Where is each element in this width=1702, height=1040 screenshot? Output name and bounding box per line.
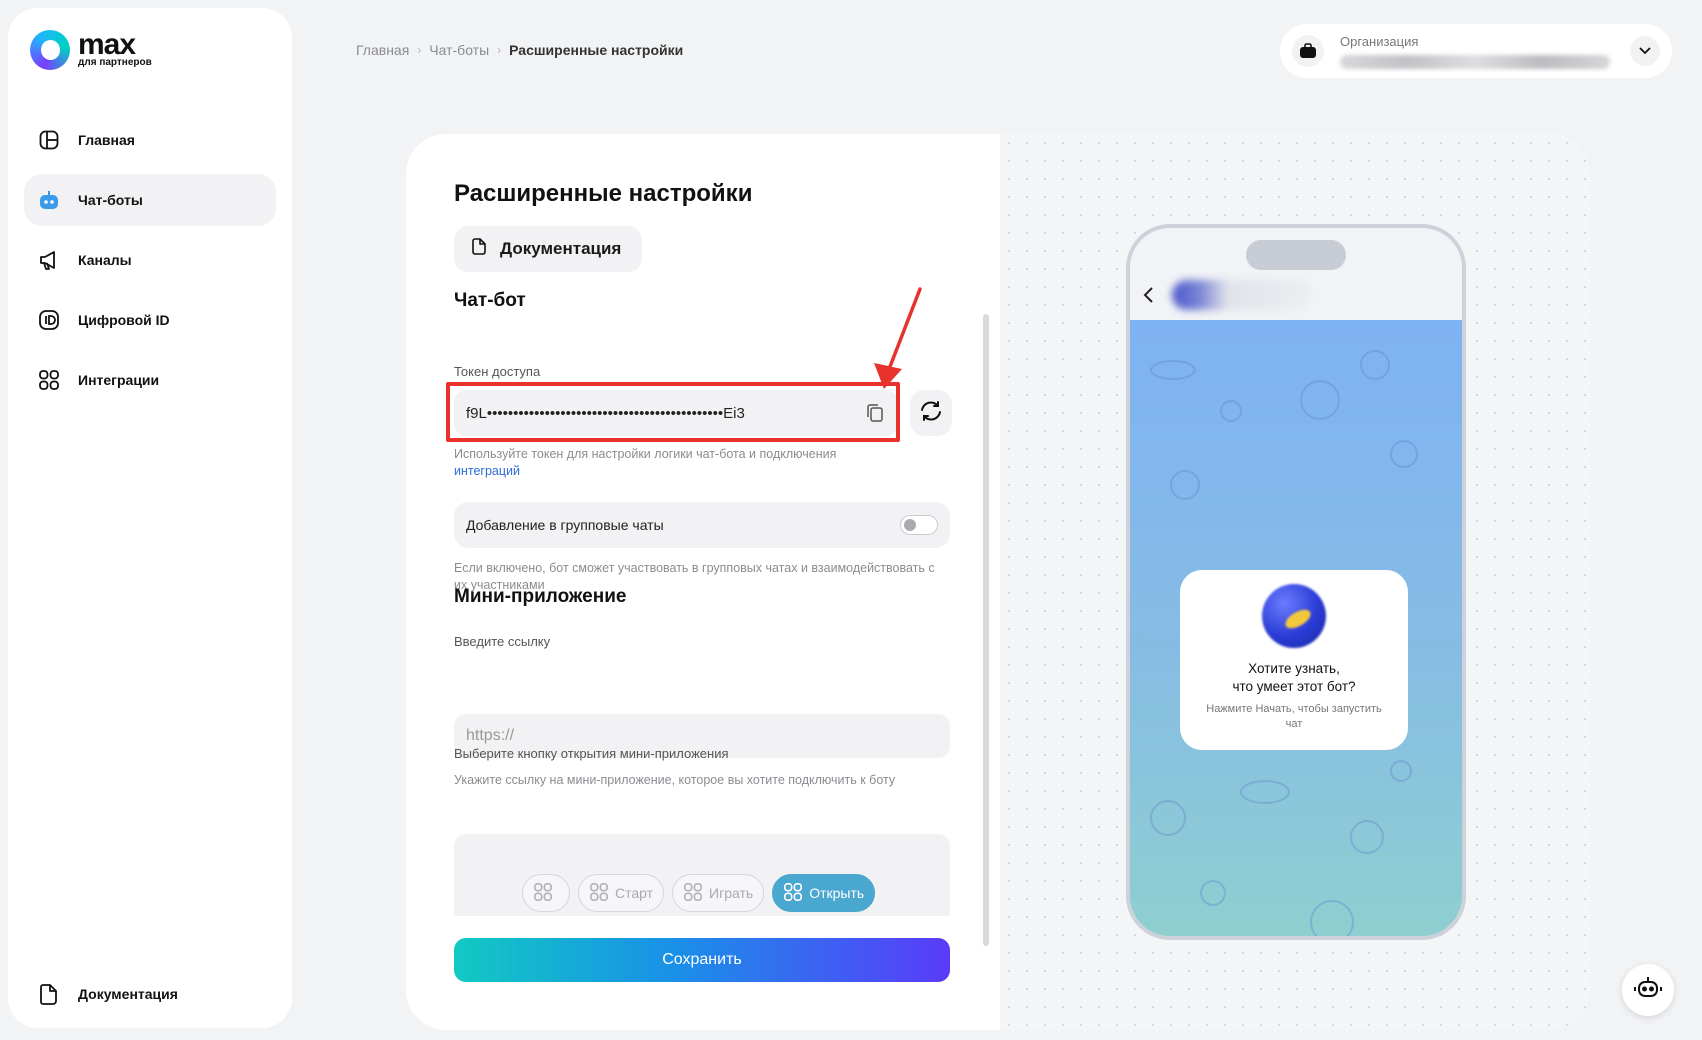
button-option-play[interactable]: Играть (672, 874, 765, 912)
sidebar-item-label: Каналы (78, 252, 132, 268)
sidebar-item-channels[interactable]: Каналы (24, 234, 276, 286)
documentation-button-label: Документация (500, 239, 622, 258)
phone-preview-panel: Хотите узнать, что умеет этот бот? Нажми… (1000, 134, 1590, 1030)
grid-icon (589, 882, 609, 905)
url-hint: Укажите ссылку на мини-приложение, котор… (454, 773, 896, 787)
max-logo-icon (30, 30, 70, 70)
organization-selector[interactable]: Организация (1280, 24, 1672, 78)
brand-name: max (78, 28, 136, 61)
button-options-area: Старт Играть Открыть (454, 834, 950, 916)
sidebar-item-label: Главная (78, 132, 135, 148)
bot-intro-bubble: Хотите узнать, что умеет этот бот? Нажми… (1180, 570, 1408, 750)
regenerate-token-button[interactable] (910, 390, 952, 436)
document-icon (38, 983, 60, 1005)
group-chats-toggle[interactable] (900, 515, 938, 535)
group-chats-toggle-label: Добавление в групповые чаты (466, 517, 664, 533)
button-option-start[interactable]: Старт (578, 874, 665, 912)
megaphone-icon (38, 249, 60, 271)
id-icon (38, 309, 60, 331)
integrations-link[interactable]: интеграций (454, 464, 520, 478)
bot-icon (38, 189, 60, 211)
refresh-icon (919, 400, 943, 427)
bubble-subtitle: Нажмите Начать, чтобы запустить чат (1206, 703, 1382, 730)
organization-label: Организация (1340, 33, 1419, 49)
chat-background: Хотите узнать, что умеет этот бот? Нажми… (1130, 320, 1462, 936)
brand-subtitle: для партнеров (78, 57, 152, 68)
sidebar-item-label: Чат-боты (78, 192, 143, 208)
button-select-label: Выберите кнопку открытия мини-приложения (454, 746, 729, 761)
phone-notch (1246, 240, 1346, 270)
form-scrollbar[interactable] (983, 314, 989, 946)
breadcrumb-home[interactable]: Главная (356, 42, 409, 58)
token-label: Токен доступа (454, 364, 541, 379)
button-option-open[interactable]: Открыть (772, 874, 876, 912)
sidebar-item-label: Интеграции (78, 372, 160, 388)
sidebar-item-documentation[interactable]: Документация (24, 968, 276, 1020)
grid-icon (533, 882, 553, 905)
assistant-bot-button[interactable] (1622, 964, 1674, 1016)
settings-card: Расширенные настройки Документация Чат-б… (406, 134, 1590, 1030)
dashboard-icon (38, 129, 60, 151)
grid-icon (783, 882, 803, 905)
bot-name-blurred (1172, 280, 1312, 310)
chevron-down-icon[interactable] (1630, 36, 1660, 66)
chevron-right-icon: › (497, 43, 502, 57)
bubble-title-line-2: что умеет этот бот? (1232, 679, 1356, 694)
breadcrumb-current: Расширенные настройки (509, 42, 684, 58)
sidebar-nav: Главная Чат-боты Каналы Цифровой ID Инте… (24, 114, 276, 414)
button-option-icon-only[interactable] (522, 874, 570, 912)
max-logo[interactable]: max для партнеров (30, 30, 152, 70)
breadcrumb: Главная › Чат-боты › Расширенные настрой… (356, 42, 683, 58)
bot-avatar (1262, 584, 1326, 648)
sidebar-item-integrations[interactable]: Интеграции (24, 354, 276, 406)
sidebar-item-digital-id[interactable]: Цифровой ID (24, 294, 276, 346)
chevron-right-icon: › (417, 43, 422, 57)
bubble-title-line-1: Хотите узнать, (1248, 661, 1340, 676)
briefcase-icon (1292, 35, 1324, 67)
grid-icon (683, 882, 703, 905)
page-title: Расширенные настройки (454, 180, 753, 207)
sidebar-item-main[interactable]: Главная (24, 114, 276, 166)
annotation-arrow-icon (874, 287, 922, 389)
miniapp-section-title: Мини-приложение (454, 586, 627, 607)
breadcrumb-chatbots[interactable]: Чат-боты (429, 42, 489, 58)
documentation-button[interactable]: Документация (454, 226, 642, 272)
phone-mockup: Хотите узнать, что умеет этот бот? Нажми… (1126, 224, 1466, 940)
organization-name-blurred (1340, 54, 1610, 69)
bot-icon (1634, 976, 1662, 1005)
token-highlight-box (446, 382, 900, 442)
sidebar-item-chatbots[interactable]: Чат-боты (24, 174, 276, 226)
token-hint: Используйте токен для настройки логики ч… (454, 447, 837, 478)
chatbot-section-title: Чат-бот (454, 290, 526, 311)
save-button[interactable]: Сохранить (454, 938, 950, 982)
url-label: Введите ссылку (454, 634, 551, 649)
group-chats-toggle-row[interactable]: Добавление в групповые чаты (454, 502, 950, 548)
sidebar: max для партнеров Главная Чат-боты Канал… (8, 8, 292, 1028)
document-icon (472, 238, 486, 260)
back-arrow-icon (1142, 286, 1158, 303)
sidebar-item-label: Цифровой ID (78, 312, 170, 328)
sidebar-item-label: Документация (78, 986, 178, 1002)
grid-icon (38, 369, 60, 391)
